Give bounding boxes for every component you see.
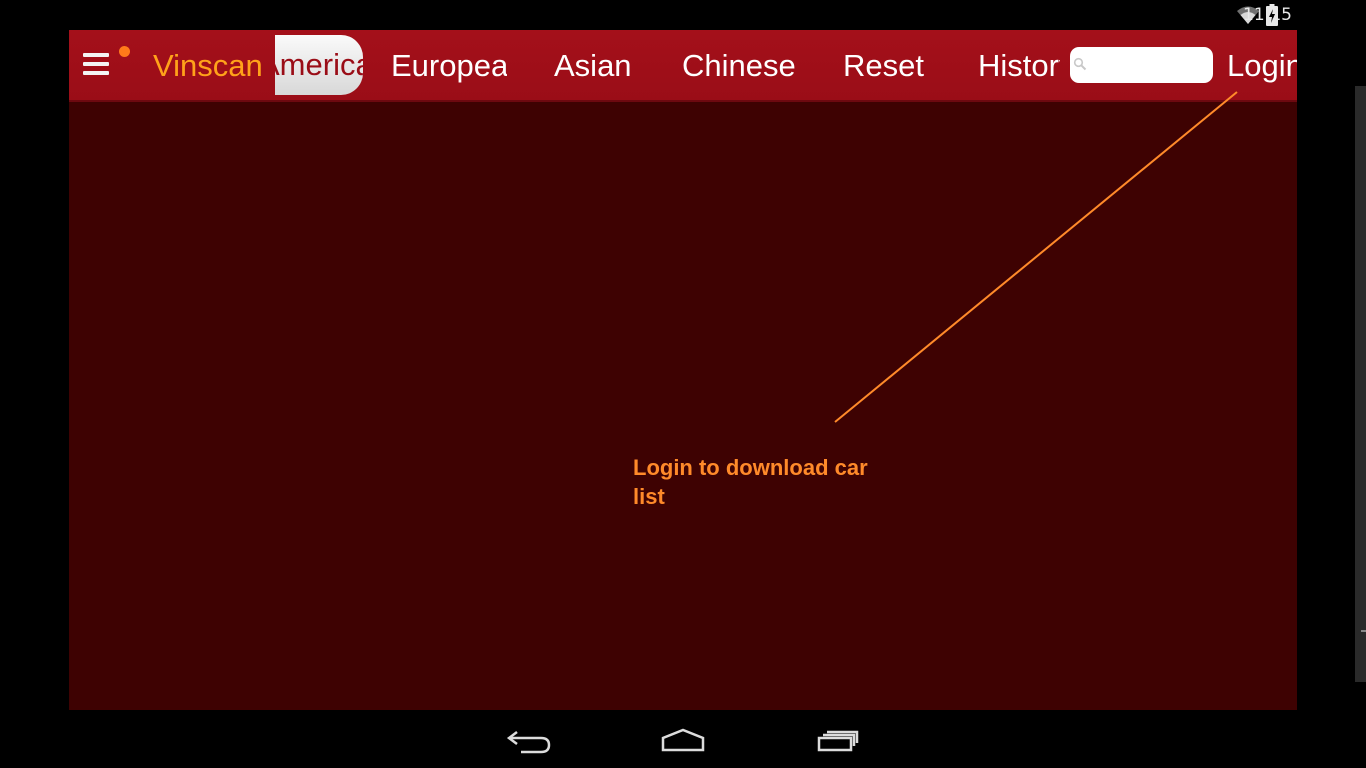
login-hint-text: Login to download car list — [633, 455, 868, 509]
back-icon — [506, 731, 551, 754]
recent-apps-icon — [817, 730, 859, 752]
scrollbar-marker — [1361, 630, 1366, 632]
home-button[interactable] — [658, 724, 708, 758]
app-window: America European Asian Chinese Reset His… — [69, 30, 1297, 710]
scrollbar-track[interactable] — [1355, 86, 1366, 682]
hint-pointer-line — [834, 91, 1238, 423]
clock: 11:15 — [1243, 5, 1292, 25]
home-icon — [661, 728, 705, 752]
navigation-bar — [0, 710, 1366, 768]
recent-apps-button[interactable] — [813, 724, 863, 758]
status-bar: 11:15 — [0, 0, 1366, 30]
back-button[interactable] — [505, 724, 555, 758]
